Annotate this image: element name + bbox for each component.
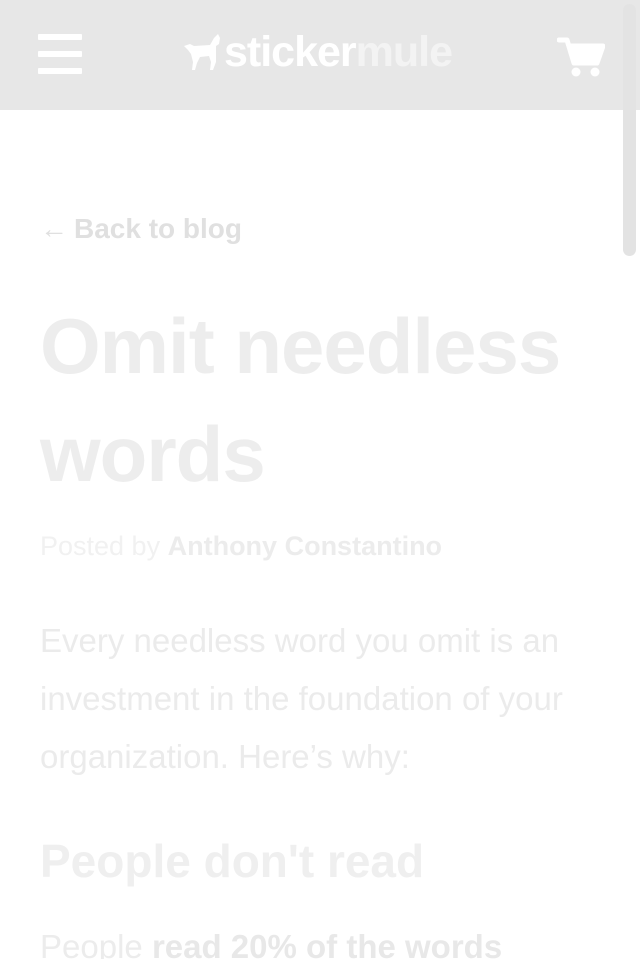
top-navigation-bar: stickermule: [0, 0, 640, 110]
byline-prefix: Posted by: [40, 531, 161, 561]
section-heading: People don't read: [40, 835, 425, 887]
back-link-label: Back to blog: [74, 213, 243, 244]
scrollbar-thumb[interactable]: [623, 4, 636, 256]
back-arrow-icon: ←: [40, 213, 68, 244]
hamburger-menu-icon[interactable]: [38, 34, 82, 74]
logo-text-sticker: sticker: [224, 28, 357, 76]
stickermule-logo[interactable]: stickermule: [180, 28, 453, 76]
partial-paragraph: People read 20% of the words: [40, 922, 640, 959]
menu-bar-top: [38, 34, 82, 40]
page: stickermule ← Back to blog Omit needless …: [0, 0, 640, 959]
author-link[interactable]: Anthony Constantino: [168, 531, 442, 561]
article-title: Omit needless words: [40, 302, 561, 498]
article-intro: Every needless word you omit is an inves…: [40, 622, 563, 775]
logo-text-mule: mule: [355, 28, 453, 76]
partial-paragraph-bold: read 20% of the words: [151, 928, 503, 959]
back-to-blog-link[interactable]: ← Back to blog: [40, 210, 242, 248]
mule-logo-icon: [184, 34, 220, 70]
menu-bar-middle: [38, 51, 82, 57]
article-byline: Posted by Anthony Constantino: [40, 528, 442, 564]
shopping-cart-icon[interactable]: [556, 36, 606, 78]
logo-wordmark: stickermule: [224, 28, 453, 76]
partial-paragraph-start: People: [40, 928, 152, 959]
menu-bar-bottom: [38, 68, 82, 74]
